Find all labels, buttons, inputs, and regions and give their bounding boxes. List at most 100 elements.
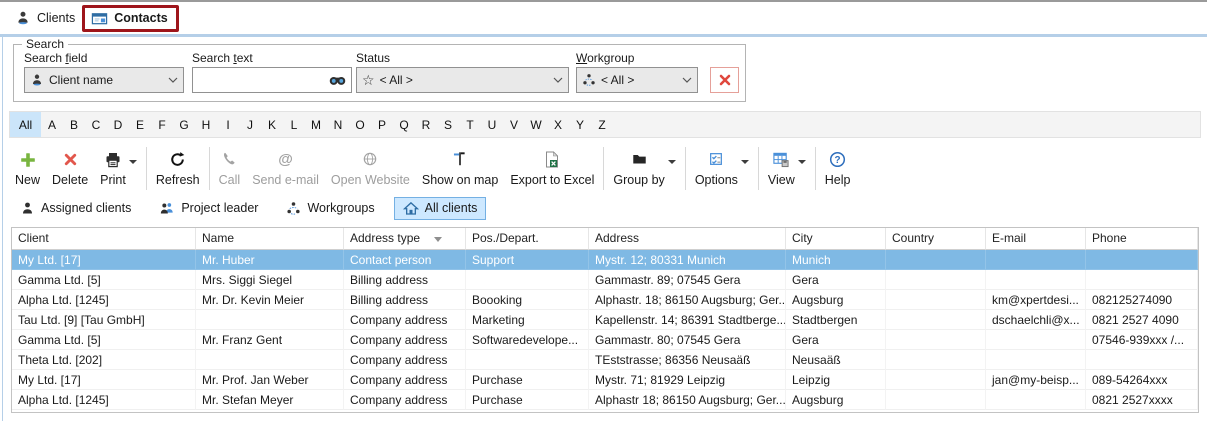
search-field-combo[interactable]: Client name [24,67,184,93]
alpha-filter-c[interactable]: C [85,112,107,137]
table-row[interactable]: Tau Ltd. [9] [Tau GmbH]Company addressMa… [12,310,1198,330]
tab-contacts[interactable]: Contacts [91,10,167,27]
filter-all-clients[interactable]: All clients [394,197,487,220]
filter-assigned-clients[interactable]: Assigned clients [11,197,140,220]
options-button[interactable]: Options [689,145,755,192]
cell [986,250,1086,270]
column-header-country[interactable]: Country [886,228,986,250]
show-on-map-button[interactable]: Show on map [416,145,504,192]
filter-project-leader[interactable]: Project leader [150,197,267,220]
cell: Boooking [466,290,589,310]
print-button[interactable]: Print [94,145,143,192]
alpha-filter-r[interactable]: R [415,112,437,137]
alpha-filter-l[interactable]: L [283,112,305,137]
filter-workgroups[interactable]: Workgroups [277,197,383,220]
print-menu-caret[interactable] [129,160,137,164]
cell [986,390,1086,410]
search-field-label: Search field [24,51,87,65]
cell [196,350,344,370]
alpha-filter-y[interactable]: Y [569,112,591,137]
status-combo[interactable]: ☆ < All > [356,67,569,93]
cell: Munich [786,250,886,270]
alpha-filter-t[interactable]: T [459,112,481,137]
tab-contacts-annotation-box: Contacts [82,5,178,32]
cell [886,270,986,290]
alpha-filter-z[interactable]: Z [591,112,613,137]
alpha-filter-u[interactable]: U [481,112,503,137]
alpha-filter-v[interactable]: V [503,112,525,137]
alpha-filter-i[interactable]: I [217,112,239,137]
cell: Alpha Ltd. [1245] [12,290,196,310]
column-header-e-mail[interactable]: E-mail [986,228,1086,250]
cell: Billing address [344,290,466,310]
cell [886,370,986,390]
column-header-phone[interactable]: Phone [1086,228,1198,250]
alpha-filter-a[interactable]: A [41,112,63,137]
alpha-filter-s[interactable]: S [437,112,459,137]
alpha-filter-n[interactable]: N [327,112,349,137]
search-text-input[interactable] [198,73,329,87]
help-button[interactable]: ? Help [819,145,857,192]
table-row[interactable]: My Ltd. [17]Mr. HuberContact personSuppo… [12,250,1198,270]
alpha-filter-b[interactable]: B [63,112,85,137]
column-header-address-type[interactable]: Address type [344,228,466,250]
cell: Company address [344,370,466,390]
new-button[interactable]: New [9,145,46,192]
open-website-button: Open Website [325,145,416,192]
binoculars-search-icon[interactable] [329,74,346,86]
cell: 0821 2527 4090 [1086,310,1198,330]
cell: km@xpertdesi... [986,290,1086,310]
alpha-filter-f[interactable]: F [151,112,173,137]
person-icon [15,10,31,26]
cell: jan@my-beisp... [986,370,1086,390]
group-by-menu-caret[interactable] [668,160,676,164]
cell: Softwaredevelope... [466,330,589,350]
cell [986,350,1086,370]
cell [1086,350,1198,370]
alpha-filter-h[interactable]: H [195,112,217,137]
group-by-button[interactable]: Group by [607,145,681,192]
export-to-excel-button[interactable]: Export to Excel [504,145,600,192]
tab-contacts-label: Contacts [114,11,167,25]
table-row[interactable]: Gamma Ltd. [5]Mr. Franz GentCompany addr… [12,330,1198,350]
search-field-value: Client name [49,73,163,87]
alpha-filter-w[interactable]: W [525,112,547,137]
table-row[interactable]: Alpha Ltd. [1245]Mr. Stefan MeyerCompany… [12,390,1198,410]
column-header-client[interactable]: Client [12,228,196,250]
cell [986,330,1086,350]
send-email-button: @ Send e-mail [246,145,325,192]
refresh-button[interactable]: Refresh [150,145,206,192]
table-row[interactable]: Theta Ltd. [202]Company addressTEststras… [12,350,1198,370]
table-row[interactable]: My Ltd. [17]Mr. Prof. Jan WeberCompany a… [12,370,1198,390]
delete-button[interactable]: Delete [46,145,94,192]
tab-clients[interactable]: Clients [8,6,82,30]
cell: Mr. Dr. Kevin Meier [196,290,344,310]
workgroup-combo[interactable]: < All > [576,67,698,93]
view-menu-caret[interactable] [798,160,806,164]
column-header-name[interactable]: Name [196,228,344,250]
alpha-filter-k[interactable]: K [261,112,283,137]
alpha-filter-all[interactable]: All [10,112,41,137]
alpha-filter-g[interactable]: G [173,112,195,137]
clear-search-button[interactable] [710,67,739,93]
alpha-filter-x[interactable]: X [547,112,569,137]
alpha-filter-m[interactable]: M [305,112,327,137]
column-header-city[interactable]: City [786,228,886,250]
table-view-icon [772,151,790,168]
table-row[interactable]: Gamma Ltd. [5]Mrs. Siggi SiegelBilling a… [12,270,1198,290]
column-header-address[interactable]: Address [589,228,786,250]
column-header-pos-depart-[interactable]: Pos./Depart. [466,228,589,250]
contact-card-icon [91,10,108,27]
alpha-filter-p[interactable]: P [371,112,393,137]
cell: Contact person [344,250,466,270]
alpha-filter-e[interactable]: E [129,112,151,137]
alpha-filter-o[interactable]: O [349,112,371,137]
alpha-filter-d[interactable]: D [107,112,129,137]
table-row[interactable]: Alpha Ltd. [1245]Mr. Dr. Kevin MeierBill… [12,290,1198,310]
alpha-filter-j[interactable]: J [239,112,261,137]
cell: 0821 2527xxxx [1086,390,1198,410]
view-button[interactable]: View [762,145,812,192]
cell: Mr. Huber [196,250,344,270]
alpha-filter-q[interactable]: Q [393,112,415,137]
options-menu-caret[interactable] [741,160,749,164]
